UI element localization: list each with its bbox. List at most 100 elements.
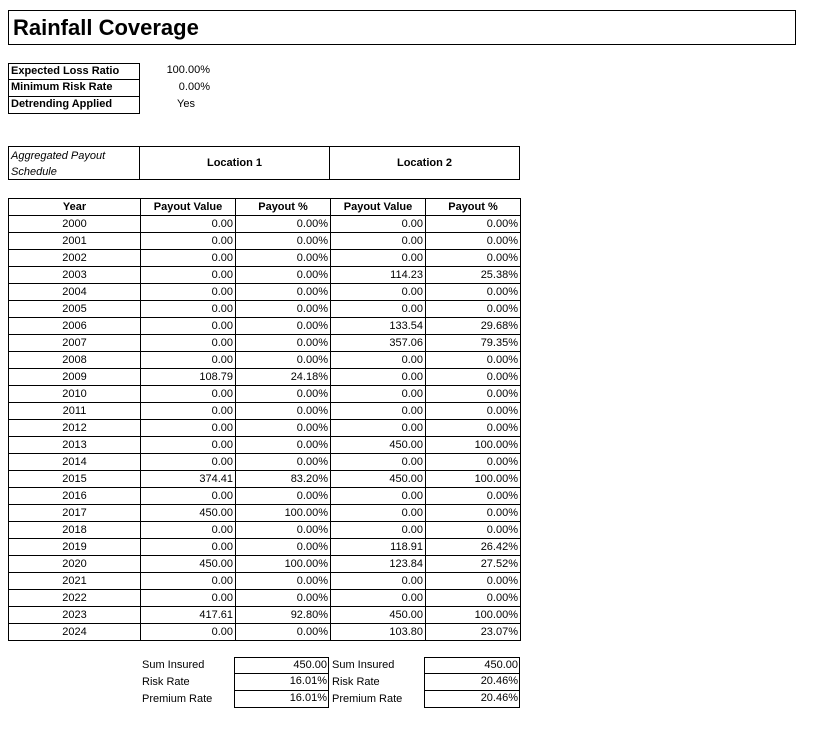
loc1-payout-value-cell[interactable]: 0.00 (140, 521, 236, 539)
loc2-payout-pct-cell[interactable]: 100.00% (425, 470, 521, 488)
year-cell[interactable]: 2013 (8, 436, 141, 454)
year-cell[interactable]: 2021 (8, 572, 141, 590)
loc1-premium-rate-value[interactable]: 16.01% (234, 691, 329, 708)
loc1-risk-rate-value[interactable]: 16.01% (234, 674, 329, 691)
loc1-payout-value-cell[interactable]: 0.00 (140, 334, 236, 352)
loc2-payout-pct-cell[interactable]: 23.07% (425, 623, 521, 641)
loc2-payout-value-cell[interactable]: 0.00 (330, 402, 426, 420)
loc1-payout-value-cell[interactable]: 450.00 (140, 504, 236, 522)
loc2-payout-value-cell[interactable]: 0.00 (330, 351, 426, 369)
year-cell[interactable]: 2008 (8, 351, 141, 369)
minimum-risk-rate-value[interactable]: 0.00% (140, 80, 210, 97)
year-cell[interactable]: 2004 (8, 283, 141, 301)
loc1-payout-value-cell[interactable]: 0.00 (140, 436, 236, 454)
loc2-payout-value-cell[interactable]: 0.00 (330, 232, 426, 250)
loc1-payout-value-cell[interactable]: 0.00 (140, 300, 236, 318)
loc2-risk-rate-value[interactable]: 20.46% (424, 674, 520, 691)
year-cell[interactable]: 2009 (8, 368, 141, 386)
loc1-payout-value-cell[interactable]: 0.00 (140, 453, 236, 471)
loc1-payout-pct-cell[interactable]: 0.00% (235, 521, 331, 539)
loc2-payout-pct-cell[interactable]: 0.00% (425, 249, 521, 267)
loc2-payout-value-cell[interactable]: 0.00 (330, 419, 426, 437)
loc1-payout-pct-cell[interactable]: 83.20% (235, 470, 331, 488)
loc2-payout-value-cell[interactable]: 0.00 (330, 589, 426, 607)
year-cell[interactable]: 2017 (8, 504, 141, 522)
loc1-sum-insured-value[interactable]: 450.00 (234, 657, 329, 674)
loc2-payout-pct-cell[interactable]: 26.42% (425, 538, 521, 556)
loc2-sum-insured-value[interactable]: 450.00 (424, 657, 520, 674)
loc1-payout-pct-cell[interactable]: 0.00% (235, 283, 331, 301)
loc1-payout-value-cell[interactable]: 0.00 (140, 215, 236, 233)
year-cell[interactable]: 2012 (8, 419, 141, 437)
loc1-payout-value-cell[interactable]: 0.00 (140, 232, 236, 250)
loc2-payout-pct-cell[interactable]: 0.00% (425, 402, 521, 420)
loc1-payout-value-cell[interactable]: 0.00 (140, 402, 236, 420)
loc1-payout-pct-cell[interactable]: 0.00% (235, 317, 331, 335)
year-cell[interactable]: 2014 (8, 453, 141, 471)
loc1-payout-value-cell[interactable]: 0.00 (140, 487, 236, 505)
loc1-payout-pct-cell[interactable]: 0.00% (235, 385, 331, 403)
year-cell[interactable]: 2006 (8, 317, 141, 335)
loc2-payout-pct-cell[interactable]: 0.00% (425, 385, 521, 403)
loc1-payout-pct-cell[interactable]: 0.00% (235, 402, 331, 420)
loc2-payout-value-cell[interactable]: 118.91 (330, 538, 426, 556)
loc2-payout-pct-cell[interactable]: 79.35% (425, 334, 521, 352)
loc2-payout-pct-cell[interactable]: 0.00% (425, 487, 521, 505)
loc1-payout-pct-cell[interactable]: 24.18% (235, 368, 331, 386)
loc2-payout-pct-cell[interactable]: 29.68% (425, 317, 521, 335)
loc1-payout-value-cell[interactable]: 417.61 (140, 606, 236, 624)
loc2-payout-value-cell[interactable]: 450.00 (330, 436, 426, 454)
year-cell[interactable]: 2020 (8, 555, 141, 573)
loc1-payout-pct-cell[interactable]: 0.00% (235, 436, 331, 454)
loc1-payout-value-cell[interactable]: 0.00 (140, 249, 236, 267)
loc1-payout-pct-cell[interactable]: 0.00% (235, 589, 331, 607)
loc1-payout-value-cell[interactable]: 0.00 (140, 385, 236, 403)
loc2-payout-pct-cell[interactable]: 0.00% (425, 232, 521, 250)
loc1-payout-pct-cell[interactable]: 0.00% (235, 334, 331, 352)
detrending-applied-value[interactable]: Yes (155, 97, 217, 114)
loc1-payout-value-cell[interactable]: 108.79 (140, 368, 236, 386)
loc2-payout-value-cell[interactable]: 123.84 (330, 555, 426, 573)
loc1-payout-pct-cell[interactable]: 100.00% (235, 504, 331, 522)
loc1-payout-pct-cell[interactable]: 0.00% (235, 419, 331, 437)
loc1-payout-value-cell[interactable]: 450.00 (140, 555, 236, 573)
loc1-payout-pct-cell[interactable]: 0.00% (235, 572, 331, 590)
loc2-premium-rate-value[interactable]: 20.46% (424, 691, 520, 708)
loc1-payout-pct-cell[interactable]: 0.00% (235, 300, 331, 318)
year-cell[interactable]: 2005 (8, 300, 141, 318)
loc2-payout-value-cell[interactable]: 0.00 (330, 487, 426, 505)
loc2-payout-pct-cell[interactable]: 0.00% (425, 589, 521, 607)
loc1-payout-pct-cell[interactable]: 0.00% (235, 538, 331, 556)
loc2-payout-value-cell[interactable]: 0.00 (330, 215, 426, 233)
loc2-payout-pct-cell[interactable]: 100.00% (425, 436, 521, 454)
loc2-payout-pct-cell[interactable]: 0.00% (425, 215, 521, 233)
year-cell[interactable]: 2002 (8, 249, 141, 267)
loc2-payout-value-cell[interactable]: 0.00 (330, 504, 426, 522)
loc2-payout-pct-cell[interactable]: 0.00% (425, 419, 521, 437)
loc2-payout-pct-cell[interactable]: 0.00% (425, 368, 521, 386)
loc2-payout-value-cell[interactable]: 357.06 (330, 334, 426, 352)
loc1-payout-value-cell[interactable]: 0.00 (140, 419, 236, 437)
year-cell[interactable]: 2019 (8, 538, 141, 556)
loc1-payout-value-cell[interactable]: 0.00 (140, 623, 236, 641)
year-cell[interactable]: 2016 (8, 487, 141, 505)
loc2-payout-pct-cell[interactable]: 0.00% (425, 300, 521, 318)
loc2-payout-pct-cell[interactable]: 0.00% (425, 453, 521, 471)
loc2-payout-pct-cell[interactable]: 0.00% (425, 351, 521, 369)
year-cell[interactable]: 2023 (8, 606, 141, 624)
loc2-payout-value-cell[interactable]: 0.00 (330, 385, 426, 403)
loc2-payout-pct-cell[interactable]: 25.38% (425, 266, 521, 284)
loc2-payout-value-cell[interactable]: 0.00 (330, 283, 426, 301)
year-cell[interactable]: 2024 (8, 623, 141, 641)
loc2-payout-pct-cell[interactable]: 0.00% (425, 283, 521, 301)
loc2-payout-pct-cell[interactable]: 0.00% (425, 504, 521, 522)
loc1-payout-pct-cell[interactable]: 100.00% (235, 555, 331, 573)
year-cell[interactable]: 2003 (8, 266, 141, 284)
loc1-payout-value-cell[interactable]: 0.00 (140, 317, 236, 335)
loc2-payout-value-cell[interactable]: 0.00 (330, 368, 426, 386)
loc2-payout-value-cell[interactable]: 0.00 (330, 521, 426, 539)
loc1-payout-value-cell[interactable]: 0.00 (140, 572, 236, 590)
loc1-payout-pct-cell[interactable]: 0.00% (235, 215, 331, 233)
loc1-payout-value-cell[interactable]: 0.00 (140, 266, 236, 284)
loc2-payout-pct-cell[interactable]: 0.00% (425, 521, 521, 539)
